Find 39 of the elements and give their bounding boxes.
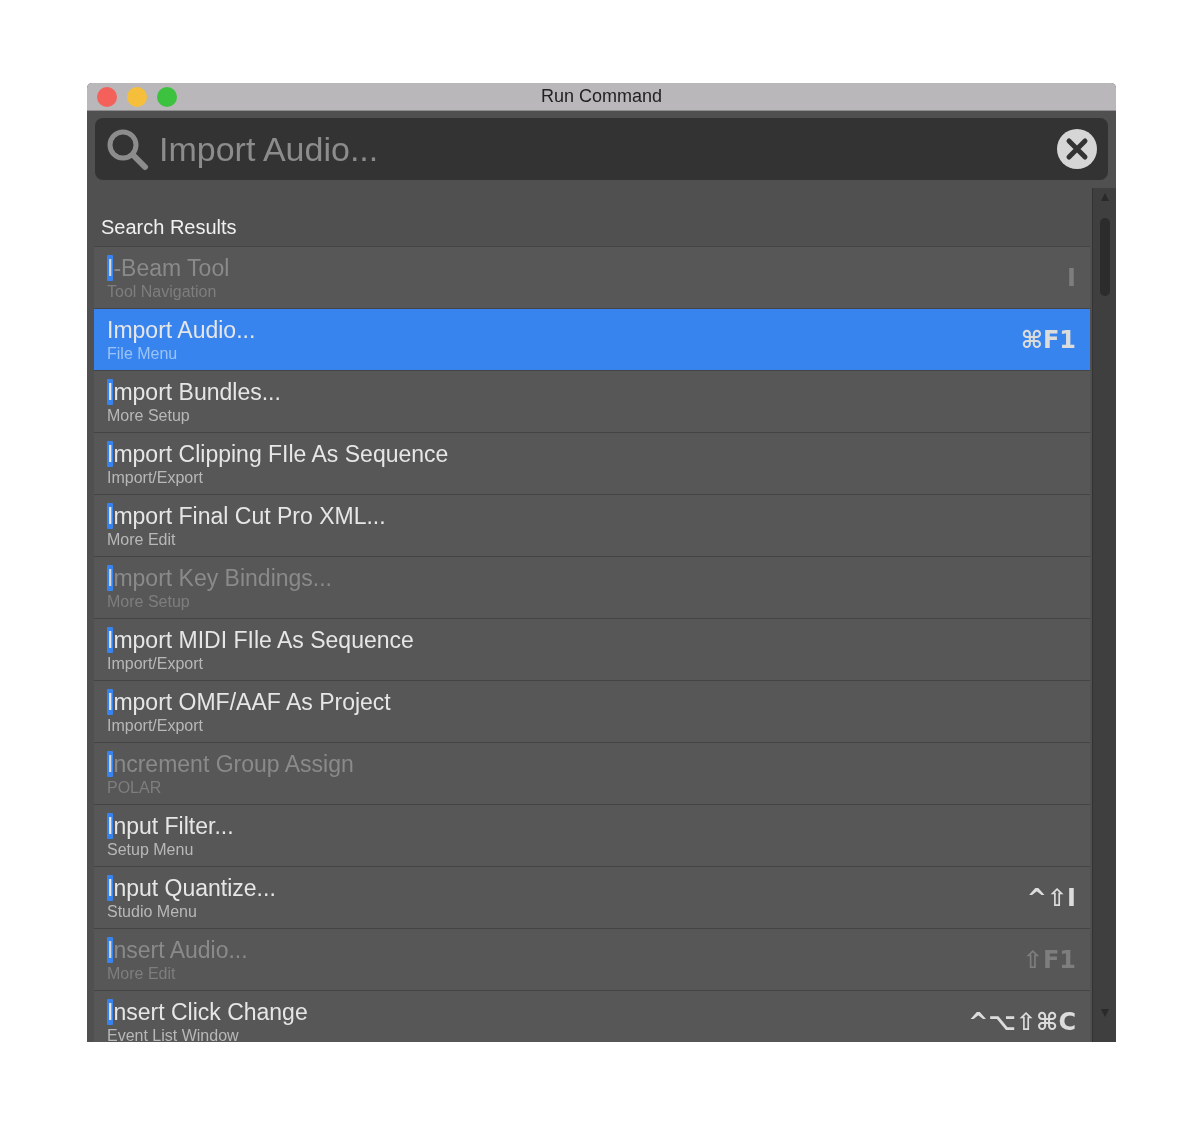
command-category: Import/Export	[107, 715, 205, 736]
result-row[interactable]: Import Bundles... More Setup	[94, 371, 1090, 433]
search-field[interactable]: Import Audio...	[95, 118, 1108, 180]
command-title: Import MIDI FIle As Sequence	[107, 625, 414, 654]
result-row[interactable]: Import Audio... File Menu ⌘F1	[94, 309, 1090, 371]
keyboard-shortcut: ⌘F1	[1020, 324, 1076, 356]
close-window-button[interactable]	[97, 86, 117, 107]
command-title: Import Bundles...	[107, 377, 281, 406]
command-title: Input Quantize...	[107, 873, 276, 902]
section-heading: Search Results	[100, 215, 238, 240]
command-title: Import Clipping FIle As Sequence	[107, 439, 449, 468]
command-category: Studio Menu	[107, 901, 198, 922]
clear-icon[interactable]	[1056, 128, 1098, 170]
command-title: Insert Click Change	[107, 997, 308, 1026]
result-row[interactable]: Insert Click Change Event List Window ^⌥⇧⌘C	[94, 991, 1090, 1042]
command-title: Input Filter...	[107, 811, 234, 840]
result-row[interactable]: Import Final Cut Pro XML... More Edit	[94, 495, 1090, 557]
command-title: Import Final Cut Pro XML...	[107, 501, 386, 530]
result-row[interactable]: Import Clipping FIle As Sequence Import/Export	[94, 433, 1090, 495]
command-category: More Edit	[107, 529, 177, 550]
search-icon	[105, 127, 149, 171]
window-title: Run Command	[540, 85, 663, 108]
scrollbar[interactable]	[1092, 188, 1116, 1042]
command-title: Import OMF/AAF As Project	[107, 687, 391, 716]
command-title: Import Audio...	[107, 315, 256, 344]
command-category: File Menu	[107, 343, 179, 364]
command-category: Import/Export	[107, 467, 205, 488]
keyboard-shortcut: ^⌥⇧⌘C	[968, 1006, 1076, 1038]
result-row[interactable]: Import MIDI FIle As Sequence Import/Export	[94, 619, 1090, 681]
command-category: Import/Export	[107, 653, 205, 674]
command-category: More Setup	[107, 405, 191, 426]
result-row[interactable]: Input Filter... Setup Menu	[94, 805, 1090, 867]
zoom-window-button[interactable]	[157, 86, 177, 107]
result-row[interactable]: Import OMF/AAF As Project Import/Export	[94, 681, 1090, 743]
keyboard-shortcut: ^⇧I	[1026, 882, 1076, 914]
result-row[interactable]: Input Quantize... Studio Menu ^⇧I	[94, 867, 1090, 929]
command-category: Setup Menu	[107, 839, 195, 860]
minimize-window-button[interactable]	[127, 86, 147, 107]
command-category: Event List Window	[107, 1025, 240, 1042]
